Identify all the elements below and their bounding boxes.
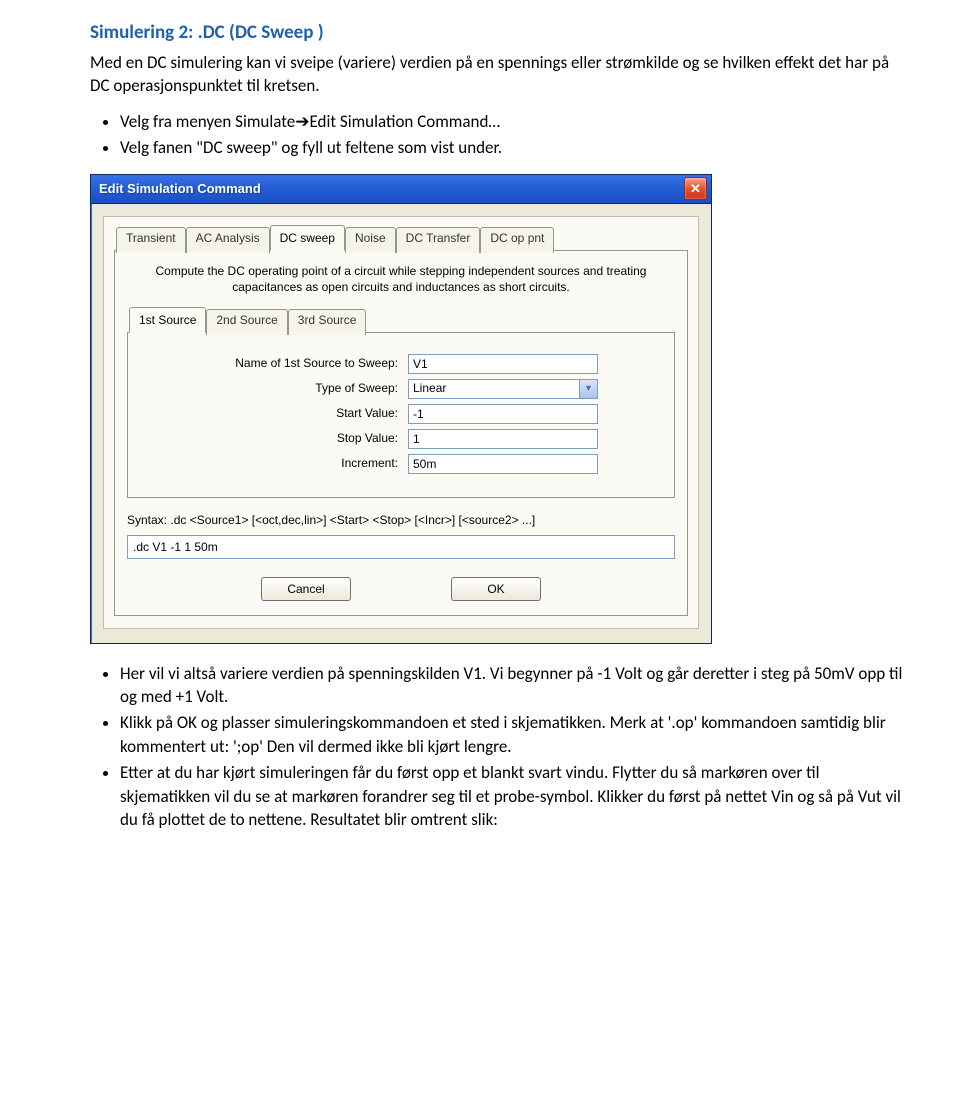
stop-value-label: Stop Value: bbox=[138, 430, 408, 447]
cancel-button[interactable]: Cancel bbox=[261, 577, 351, 601]
tab-noise[interactable]: Noise bbox=[345, 227, 396, 253]
list-item: Velg fanen "DC sweep" og fyll ut feltene… bbox=[120, 136, 905, 160]
sweep-type-combo[interactable]: Linear ▾ bbox=[408, 379, 598, 399]
tab-dc-sweep[interactable]: DC sweep bbox=[270, 225, 345, 251]
source-tabs: 1st Source 2nd Source 3rd Source bbox=[127, 307, 675, 333]
increment-input[interactable] bbox=[408, 454, 598, 474]
intro-paragraph: Med en DC simulering kan vi sveipe (vari… bbox=[90, 51, 905, 99]
sweep-type-value: Linear bbox=[413, 380, 446, 397]
edit-simulation-dialog: Edit Simulation Command ✕ Transient AC A… bbox=[90, 174, 712, 644]
start-value-input[interactable] bbox=[408, 404, 598, 424]
dialog-title: Edit Simulation Command bbox=[99, 180, 261, 198]
source-name-input[interactable] bbox=[408, 354, 598, 374]
ok-button[interactable]: OK bbox=[451, 577, 541, 601]
tab-ac-analysis[interactable]: AC Analysis bbox=[186, 227, 270, 253]
tab-2nd-source[interactable]: 2nd Source bbox=[206, 309, 287, 335]
dialog-titlebar: Edit Simulation Command ✕ bbox=[91, 175, 711, 204]
post-dialog-list: Her vil vi altså variere verdien på spen… bbox=[90, 662, 905, 833]
tab-description: Compute the DC operating point of a circ… bbox=[127, 261, 675, 305]
tab-dc-op-pnt[interactable]: DC op pnt bbox=[480, 227, 554, 253]
tab-1st-source[interactable]: 1st Source bbox=[129, 307, 206, 333]
syntax-hint: Syntax: .dc <Source1> [<oct,dec,lin>] <S… bbox=[127, 512, 675, 529]
list-item: Her vil vi altså variere verdien på spen… bbox=[120, 662, 905, 710]
tab-dc-transfer[interactable]: DC Transfer bbox=[396, 227, 481, 253]
list-item: Klikk på OK og plasser simuleringskomman… bbox=[120, 711, 905, 759]
list-item: Velg fra menyen Simulate➔Edit Simulation… bbox=[120, 110, 905, 134]
tab-3rd-source[interactable]: 3rd Source bbox=[288, 309, 367, 335]
chevron-down-icon: ▾ bbox=[579, 380, 597, 398]
source-name-label: Name of 1st Source to Sweep: bbox=[138, 355, 408, 372]
close-icon: ✕ bbox=[690, 180, 701, 198]
list-item: Etter at du har kjørt simuleringen får d… bbox=[120, 761, 905, 832]
tab-transient[interactable]: Transient bbox=[116, 227, 186, 253]
analysis-tabs: Transient AC Analysis DC sweep Noise DC … bbox=[114, 225, 688, 251]
command-preview[interactable]: .dc V1 -1 1 50m bbox=[127, 535, 675, 559]
doc-heading: Simulering 2: .DC (DC Sweep ) bbox=[90, 20, 905, 47]
pre-dialog-list: Velg fra menyen Simulate➔Edit Simulation… bbox=[90, 110, 905, 160]
start-value-label: Start Value: bbox=[138, 405, 408, 422]
increment-label: Increment: bbox=[138, 455, 408, 472]
close-button[interactable]: ✕ bbox=[684, 177, 707, 200]
sweep-type-label: Type of Sweep: bbox=[138, 380, 408, 397]
stop-value-input[interactable] bbox=[408, 429, 598, 449]
